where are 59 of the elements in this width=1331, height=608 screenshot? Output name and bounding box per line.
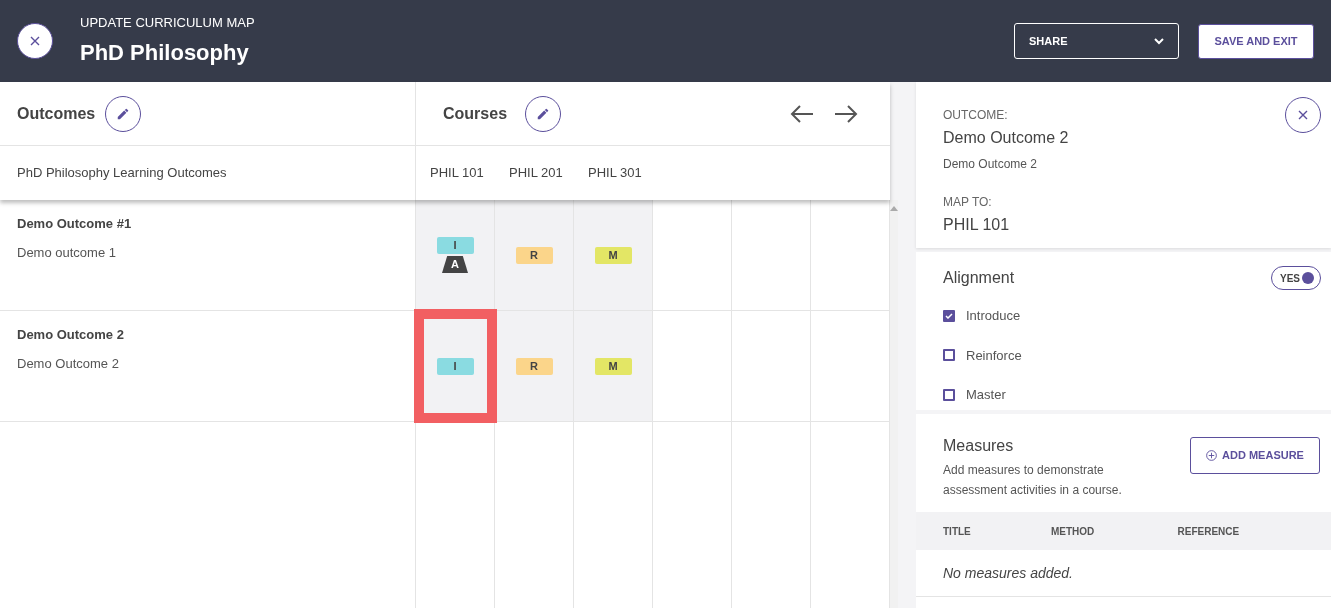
assessment-tag: A xyxy=(442,256,468,273)
pencil-icon xyxy=(536,106,551,121)
checkbox-label: Reinforce xyxy=(966,346,1022,365)
empty-message: No measures added. xyxy=(943,563,1073,583)
outcome-description: Demo outcome 1 xyxy=(17,243,117,262)
course-column-heading: PHIL 101 xyxy=(430,164,484,183)
level-tag: I xyxy=(436,237,474,254)
checkbox[interactable] xyxy=(943,309,955,322)
alignment-heading: Alignment xyxy=(943,268,1015,288)
close-icon xyxy=(1297,109,1309,121)
scrollbar[interactable] xyxy=(890,200,898,608)
column-heading: TITLE xyxy=(943,524,972,539)
level-tag: M xyxy=(594,246,632,264)
scroll-up-icon xyxy=(890,206,898,211)
outcomes-heading: Outcomes xyxy=(17,103,96,124)
arrow-right-icon xyxy=(834,103,858,124)
page-title: PhD Philosophy xyxy=(80,38,250,67)
level-tag: I xyxy=(436,357,474,375)
checkbox[interactable] xyxy=(943,388,955,401)
outcomes-label: PhD Philosophy Learning Outcomes xyxy=(17,164,227,183)
checkbox-label: Introduce xyxy=(966,307,1021,325)
share-dropdown[interactable]: SHARE xyxy=(1014,23,1179,59)
level-tag: M xyxy=(594,357,632,375)
arrow-left-icon xyxy=(790,103,814,124)
add-measure-button[interactable]: ADD MEASURE xyxy=(1190,437,1320,474)
outcome-title: Demo Outcome 2 xyxy=(17,326,125,344)
column-heading: METHOD xyxy=(1051,524,1096,539)
map-cell[interactable]: I xyxy=(416,311,495,421)
save-and-exit-button[interactable]: SAVE AND EXIT xyxy=(1198,23,1314,59)
page-subtitle: UPDATE CURRICULUM MAP xyxy=(80,14,255,33)
close-button[interactable] xyxy=(17,23,53,59)
map-cell[interactable]: R xyxy=(495,200,574,310)
toggle-knob xyxy=(1302,272,1314,284)
level-tag: R xyxy=(515,357,553,375)
close-icon xyxy=(29,35,41,47)
checkbox-label: Master xyxy=(966,386,1006,404)
measures-description: Add measures to demonstrate assessment activities in a course. xyxy=(943,462,1123,499)
check-icon xyxy=(945,312,953,319)
checkbox[interactable] xyxy=(943,349,955,362)
outcome-description: Demo Outcome 2 xyxy=(17,354,120,373)
map-cell[interactable]: M xyxy=(574,200,653,310)
outcome-title: Demo Outcome 2 xyxy=(943,128,1069,148)
map-to-label: MAP TO: xyxy=(943,194,992,211)
map-cell[interactable]: I A xyxy=(416,200,495,310)
map-cell[interactable]: M xyxy=(574,311,653,421)
course-column-heading: PHIL 201 xyxy=(509,164,563,183)
outcome-description: Demo Outcome 2 xyxy=(943,156,1038,173)
level-tag: R xyxy=(515,246,553,264)
courses-heading: Courses xyxy=(443,103,508,124)
course-name: PHIL 101 xyxy=(943,215,1010,235)
outcome-title: Demo Outcome #1 xyxy=(17,215,133,233)
plus-circle-icon xyxy=(1206,450,1218,461)
course-column-heading: PHIL 301 xyxy=(588,164,642,183)
column-heading: REFERENCE xyxy=(1177,524,1241,539)
map-cell[interactable]: R xyxy=(495,311,574,421)
pencil-icon xyxy=(116,106,131,121)
outcome-label: OUTCOME: xyxy=(943,107,1008,124)
chevron-down-icon xyxy=(1154,37,1164,45)
measures-heading: Measures xyxy=(943,436,1015,456)
